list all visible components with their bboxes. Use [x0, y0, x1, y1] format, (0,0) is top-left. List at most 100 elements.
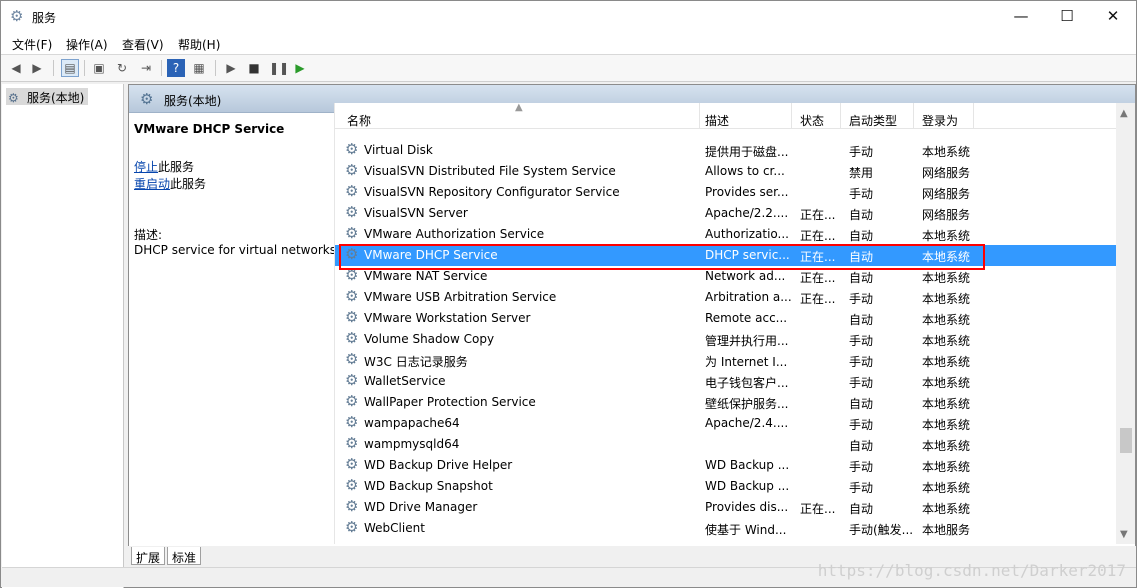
pause-service-icon[interactable]: ❚❚: [268, 59, 289, 77]
column-header-startup-type[interactable]: 启动类型: [841, 103, 914, 129]
service-logon-cell: 本地系统: [922, 376, 971, 390]
service-name-cell: VMware USB Arbitration Service: [364, 290, 557, 304]
back-icon[interactable]: ◀: [7, 59, 25, 77]
status-bar: https://blog.csdn.net/Darker2017: [2, 561, 1136, 587]
service-name-cell: W3C 日志记录服务: [364, 355, 468, 369]
close-button[interactable]: ✕: [1090, 1, 1136, 32]
refresh-icon[interactable]: ↻: [113, 59, 131, 77]
service-name-cell: Virtual Disk: [364, 143, 433, 157]
watermark-text: https://blog.csdn.net/Darker2017: [817, 561, 1126, 580]
service-startup-cell: 手动(触发...: [849, 523, 914, 537]
scrollbar-thumb[interactable]: [1120, 428, 1132, 453]
service-name-cell: VMware NAT Service: [364, 269, 488, 283]
table-row[interactable]: ⚙ VMware USB Arbitration Service Arbitrati…: [335, 287, 1118, 308]
table-row[interactable]: ⚙ VisualSVN Repository Configurator Servi…: [335, 182, 1118, 203]
service-logon-cell: 本地系统: [922, 229, 971, 243]
service-description-cell: 电子钱包客户...: [705, 376, 789, 390]
table-row[interactable]: ⚙ WebClient 使基于 Wind... 手动(触发... 本地服务: [335, 518, 1118, 539]
service-description-cell: Arbitration a...: [705, 290, 791, 304]
stop-service-icon[interactable]: ■: [245, 59, 263, 77]
maximize-button[interactable]: ☐: [1044, 1, 1090, 32]
service-description-cell: Network ad...: [705, 269, 786, 283]
service-name-cell: WalletService: [364, 374, 446, 388]
table-row[interactable]: ⚙ WD Backup Snapshot WD Backup ... 手动 本地系统: [335, 476, 1118, 497]
service-gear-icon: ⚙: [345, 371, 359, 389]
service-startup-cell: 自动: [849, 208, 874, 222]
column-header-logon-as[interactable]: 登录为: [914, 103, 974, 129]
column-header-description[interactable]: 描述: [697, 103, 792, 129]
service-startup-cell: 自动: [849, 439, 874, 453]
service-description-cell: 壁纸保护服务...: [705, 397, 789, 411]
minimize-button[interactable]: —: [998, 1, 1044, 32]
main-header-title: 服务(本地): [164, 94, 222, 108]
table-row[interactable]: ⚙ VMware Authorization Service Authorizati…: [335, 224, 1118, 245]
service-gear-icon: ⚙: [345, 455, 359, 473]
service-gear-icon: ⚙: [345, 476, 359, 494]
help-icon[interactable]: ?: [167, 59, 185, 77]
table-row[interactable]: ⚙ wampapache64 Apache/2.4.... 手动 本地系统: [335, 413, 1118, 434]
service-startup-cell: 自动: [849, 313, 874, 327]
table-row[interactable]: ⚙ W3C 日志记录服务 为 Internet I... 手动 本地系统: [335, 350, 1118, 371]
service-status-cell: 正在...: [800, 292, 836, 306]
table-row[interactable]: ⚙ WD Backup Drive Helper WD Backup ... 手动 本地…: [335, 455, 1118, 476]
table-row[interactable]: ⚙ Volume Shadow Copy 管理并执行用... 手动 本地系统: [335, 329, 1118, 350]
service-status-cell: 正在...: [800, 208, 836, 222]
vertical-scrollbar[interactable]: ▲ ▼: [1116, 103, 1135, 544]
restart-service-link[interactable]: 重启动: [134, 177, 170, 191]
table-row[interactable]: ⚙ VisualSVN Server Apache/2.2.... 正在... 自动 网络…: [335, 203, 1118, 224]
column-header-status[interactable]: 状态: [792, 103, 841, 129]
service-logon-cell: 本地服务: [922, 523, 971, 537]
service-startup-cell: 手动: [849, 145, 874, 159]
service-logon-cell: 网络服务: [922, 187, 971, 201]
services-gear-icon: ⚙: [140, 90, 154, 108]
properties-icon[interactable]: ▣: [90, 59, 108, 77]
service-startup-cell: 自动: [849, 229, 874, 243]
table-row[interactable]: ⚙ VisualSVN Distributed File System Servi…: [335, 161, 1118, 182]
service-description-cell: 使基于 Wind...: [705, 523, 787, 537]
scroll-up-icon[interactable]: ▲: [1120, 108, 1128, 119]
service-logon-cell: 本地系统: [922, 418, 971, 432]
services-list[interactable]: ▲ 名称 描述 状态 启动类型 登录为 ⚙ Virtual Disk 提供用于磁盘.…: [334, 102, 1118, 544]
service-name-cell: wampmysqld64: [364, 437, 460, 451]
service-description-cell: Authorizatio...: [705, 227, 789, 241]
menu-help[interactable]: 帮助(H): [178, 36, 220, 53]
service-startup-cell: 自动: [849, 250, 874, 264]
service-startup-cell: 禁用: [849, 166, 874, 180]
start-service-icon[interactable]: ▶: [222, 59, 240, 77]
table-row[interactable]: ⚙ WD Drive Manager Provides dis... 正在... 自动 本…: [335, 497, 1118, 518]
description-label: 描述:: [134, 228, 163, 242]
table-row[interactable]: ⚙ Virtual Disk 提供用于磁盘... 手动 本地系统: [335, 140, 1118, 161]
table-row[interactable]: ⚙ WallPaper Protection Service 壁纸保护服务... 自动…: [335, 392, 1118, 413]
menu-file[interactable]: 文件(F): [12, 36, 52, 53]
tree-item-services-local[interactable]: ⚙ 服务(本地): [6, 88, 89, 105]
show-hide-console-tree-icon[interactable]: ▤: [61, 59, 79, 77]
table-row[interactable]: ⚙ VMware DHCP Service DHCP servic... 正在... 自…: [335, 245, 1118, 266]
table-row[interactable]: ⚙ VMware Workstation Server Remote acc... 自…: [335, 308, 1118, 329]
forward-icon[interactable]: ▶: [28, 59, 46, 77]
menu-view[interactable]: 查看(V): [122, 36, 164, 53]
export-list-icon[interactable]: ⇥: [137, 59, 155, 77]
service-description-cell: Provides dis...: [705, 500, 789, 514]
service-gear-icon: ⚙: [345, 350, 359, 368]
service-gear-icon: ⚙: [345, 266, 359, 284]
stop-service-link[interactable]: 停止: [134, 160, 158, 174]
show-hide-action-pane-icon[interactable]: ▦: [190, 59, 208, 77]
service-logon-cell: 网络服务: [922, 166, 971, 180]
tab-standard[interactable]: 标准: [167, 547, 202, 565]
table-row[interactable]: ⚙ VMware NAT Service Network ad... 正在... 自动 本…: [335, 266, 1118, 287]
menu-action[interactable]: 操作(A): [66, 36, 108, 53]
service-status-cell: 正在...: [800, 502, 836, 516]
service-logon-cell: 本地系统: [922, 502, 971, 516]
service-gear-icon: ⚙: [345, 161, 359, 179]
service-startup-cell: 手动: [849, 292, 874, 306]
scroll-down-icon[interactable]: ▼: [1120, 529, 1128, 540]
table-row[interactable]: ⚙ WalletService 电子钱包客户... 手动 本地系统: [335, 371, 1118, 392]
menu-bar: 文件(F) 操作(A) 查看(V) 帮助(H): [1, 32, 1136, 55]
service-gear-icon: ⚙: [345, 329, 359, 347]
table-row[interactable]: ⚙ wampmysqld64 自动 本地系统: [335, 434, 1118, 455]
restart-service-icon[interactable]: ▶: [291, 59, 309, 77]
toolbar-separator: [215, 60, 216, 76]
column-header-name[interactable]: 名称: [339, 103, 700, 129]
service-gear-icon: ⚙: [345, 434, 359, 452]
tab-extended[interactable]: 扩展: [131, 547, 166, 565]
